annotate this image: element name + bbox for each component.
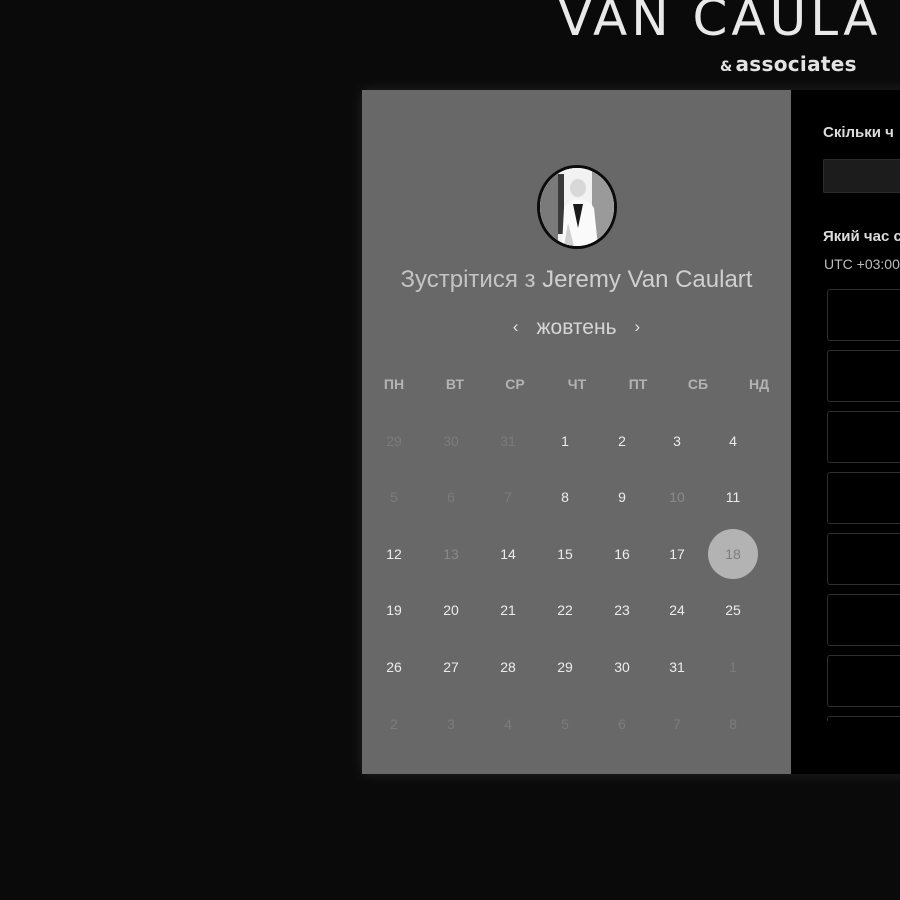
calendar-day: 3 xyxy=(447,716,455,732)
time-slot-button[interactable] xyxy=(827,289,900,341)
calendar-day[interactable]: 9 xyxy=(597,472,647,522)
calendar-day[interactable]: 4 xyxy=(708,416,758,466)
calendar-day[interactable]: 17 xyxy=(652,529,702,579)
time-slot-button[interactable] xyxy=(827,533,900,585)
time-slot-button[interactable] xyxy=(827,594,900,646)
calendar-day[interactable]: 24 xyxy=(652,585,702,635)
time-slot-button[interactable] xyxy=(827,472,900,524)
time-slot-button[interactable] xyxy=(827,350,900,402)
calendar-day: 5 xyxy=(390,489,398,505)
calendar-day[interactable]: 8 xyxy=(540,472,590,522)
calendar-day: 2 xyxy=(390,716,398,732)
calendar-day[interactable]: 19 xyxy=(369,585,419,635)
booking-card: Зустрітися з Jeremy Van Caulart ‹ жовтен… xyxy=(362,90,900,774)
time-slot-button[interactable] xyxy=(827,411,900,463)
calendar-day[interactable]: 23 xyxy=(597,585,647,635)
brand-subtitle-text: associates xyxy=(735,52,857,76)
calendar-day[interactable]: 16 xyxy=(597,529,647,579)
calendar-day: 7 xyxy=(504,489,512,505)
calendar-day: 13 xyxy=(443,546,459,562)
calendar-day[interactable]: 29 xyxy=(540,642,590,692)
calendar-pane: Зустрітися з Jeremy Van Caulart ‹ жовтен… xyxy=(362,90,791,774)
calendar-day[interactable]: 1 xyxy=(540,416,590,466)
time-selection-pane: Скільки ч Який час с UTC +03:00 xyxy=(791,90,900,774)
calendar-day: 4 xyxy=(504,716,512,732)
calendar-day[interactable]: 14 xyxy=(483,529,533,579)
calendar-day[interactable]: 12 xyxy=(369,529,419,579)
calendar-day[interactable]: 20 xyxy=(426,585,476,635)
brand-logo-subtitle: & associates xyxy=(720,52,857,76)
timezone-label[interactable]: UTC +03:00 xyxy=(824,256,900,272)
duration-select[interactable] xyxy=(823,159,900,193)
calendar-day[interactable]: 15 xyxy=(540,529,590,579)
calendar-day: 31 xyxy=(500,433,516,449)
calendar-day: 29 xyxy=(386,433,402,449)
calendar-day[interactable]: 11 xyxy=(708,472,758,522)
calendar-day[interactable]: 25 xyxy=(708,585,758,635)
calendar-day[interactable]: 2 xyxy=(597,416,647,466)
calendar-day-grid: 29 30 31 1 2 3 4 5 6 7 8 9 10 11 12 13 14 15 16 17 18 19 20 21 2… xyxy=(362,90,791,774)
calendar-day[interactable]: 22 xyxy=(540,585,590,635)
duration-label: Скільки ч xyxy=(823,124,894,141)
calendar-day: 7 xyxy=(673,716,681,732)
calendar-day[interactable]: 30 xyxy=(597,642,647,692)
brand-logo-title: VAN CAULA xyxy=(558,0,882,47)
brand-ampersand: & xyxy=(720,59,733,75)
calendar-day: 30 xyxy=(443,433,459,449)
calendar-day[interactable]: 26 xyxy=(369,642,419,692)
calendar-day[interactable]: 3 xyxy=(652,416,702,466)
time-slot-button[interactable] xyxy=(827,655,900,707)
time-label: Який час с xyxy=(823,228,900,245)
calendar-day-selected[interactable]: 18 xyxy=(708,529,758,579)
calendar-day[interactable]: 21 xyxy=(483,585,533,635)
calendar-day: 1 xyxy=(729,659,737,675)
time-slot-button[interactable] xyxy=(827,716,900,721)
calendar-day[interactable]: 31 xyxy=(652,642,702,692)
calendar-day: 5 xyxy=(561,716,569,732)
calendar-day[interactable]: 27 xyxy=(426,642,476,692)
calendar-day[interactable]: 28 xyxy=(483,642,533,692)
calendar-day: 6 xyxy=(618,716,626,732)
calendar-day: 10 xyxy=(669,489,685,505)
calendar-day: 6 xyxy=(447,489,455,505)
time-slot-list xyxy=(827,289,900,721)
calendar-day: 8 xyxy=(729,716,737,732)
